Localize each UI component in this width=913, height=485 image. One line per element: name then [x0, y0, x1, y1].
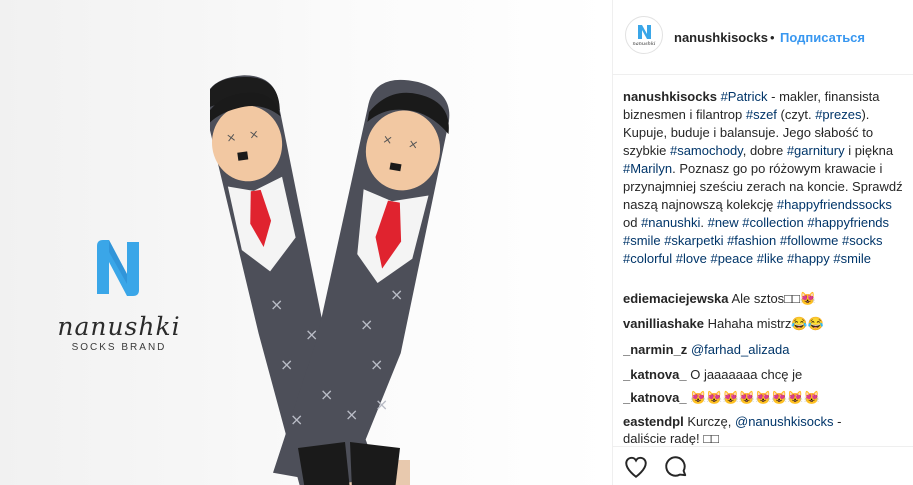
- svg-text:×: ×: [320, 385, 333, 404]
- hashtag-link[interactable]: #Patrick: [721, 89, 768, 104]
- comment-mention[interactable]: @farhad_alizada: [691, 342, 789, 357]
- comment-username[interactable]: _katnova_: [623, 390, 687, 405]
- hashtag-link[interactable]: #prezes: [815, 107, 861, 122]
- hashtag-link[interactable]: #Marilyn: [623, 161, 672, 176]
- hashtag-link[interactable]: #smile: [623, 233, 661, 248]
- hashtag-link[interactable]: #happy: [787, 251, 830, 266]
- comment-text: daliście radę! □□: [623, 431, 719, 445]
- post-actions: [613, 446, 913, 485]
- svg-text:×: ×: [280, 355, 293, 374]
- comment-text-end: -: [833, 414, 842, 429]
- socks-illustration: × × × × ××× ×× ××× ××: [210, 75, 450, 485]
- comment-text: Hahaha mistrz😂😂: [707, 316, 824, 331]
- comment-continuation: daliście radę! □□: [623, 430, 906, 445]
- hashtag-link[interactable]: #garnitury: [787, 143, 845, 158]
- hashtag-link[interactable]: #smile: [833, 251, 871, 266]
- comment-item: eastendpl Kurczę, @nanushkisocks -: [623, 413, 906, 431]
- caption-fragment: i piękna: [844, 143, 894, 158]
- svg-text:×: ×: [375, 395, 388, 414]
- svg-text:×: ×: [305, 325, 318, 344]
- comment-text: 😻😻😻😻😻😻😻😻: [690, 390, 820, 405]
- comment-text: O jaaaaaaa chcę je: [690, 367, 803, 382]
- hashtag-link[interactable]: #samochody: [670, 143, 743, 158]
- comment-icon[interactable]: [663, 454, 689, 480]
- hashtag-link[interactable]: #collection: [742, 215, 803, 230]
- caption-fragment: od: [623, 215, 642, 230]
- hashtag-link[interactable]: #nanushki: [641, 215, 700, 230]
- svg-text:×: ×: [390, 285, 403, 304]
- caption-fragment: , dobre: [742, 143, 787, 158]
- post-sidebar: nanushki nanushkisocks • Подписаться nan…: [612, 0, 913, 485]
- svg-text:×: ×: [360, 315, 373, 334]
- hashtag-link[interactable]: #happyfriends: [807, 215, 889, 230]
- hashtag-link[interactable]: #happyfriendssocks: [777, 197, 892, 212]
- comment-item: _katnova_ O jaaaaaaa chcę je: [623, 366, 906, 384]
- caption-username[interactable]: nanushkisocks: [623, 89, 717, 104]
- brand-name: nanushki: [57, 312, 181, 341]
- comment-text: Ale sztos□□😻: [731, 291, 817, 306]
- comment-item: vanilliashake Hahaha mistrz😂😂: [623, 315, 906, 333]
- hashtag-link[interactable]: #socks: [842, 233, 882, 248]
- caption-fragment: .: [700, 215, 708, 230]
- hashtag-link[interactable]: #szef: [746, 107, 777, 122]
- post-image[interactable]: nanushki SOCKS BRAND × × × × × × × × × ×…: [0, 0, 612, 485]
- comment-username[interactable]: ediemaciejewska: [623, 291, 729, 306]
- svg-text:×: ×: [370, 355, 383, 374]
- svg-text:×: ×: [290, 410, 303, 429]
- comment-text: Kurczę,: [687, 414, 735, 429]
- comment-username[interactable]: _katnova_: [623, 367, 687, 382]
- comments-area[interactable]: nanushkisocks #Patrick - makler, finansi…: [613, 0, 913, 445]
- hashtag-link[interactable]: #colorful: [623, 251, 672, 266]
- svg-text:×: ×: [225, 130, 237, 145]
- caption-fragment: (czyt.: [776, 107, 816, 122]
- hashtag-link[interactable]: #peace: [710, 251, 753, 266]
- svg-text:×: ×: [248, 127, 260, 142]
- heart-icon[interactable]: [623, 454, 649, 480]
- brand-subtitle: SOCKS BRAND: [71, 342, 167, 353]
- comment-mention[interactable]: @nanushkisocks: [735, 414, 833, 429]
- comment-username[interactable]: eastendpl: [623, 414, 684, 429]
- comment-item: _katnova_ 😻😻😻😻😻😻😻😻: [623, 389, 906, 407]
- hashtag-link[interactable]: #followme: [780, 233, 839, 248]
- comment-username[interactable]: vanilliashake: [623, 316, 704, 331]
- post-window: nanushki SOCKS BRAND × × × × × × × × × ×…: [0, 0, 913, 485]
- comment-username[interactable]: _narmin_z: [623, 342, 687, 357]
- svg-text:×: ×: [345, 405, 358, 424]
- hashtag-link[interactable]: #new: [708, 215, 739, 230]
- comment-item: _narmin_z @farhad_alizada: [623, 341, 906, 359]
- svg-text:×: ×: [270, 295, 283, 314]
- comment-item: ediemaciejewska Ale sztos□□😻: [623, 290, 906, 308]
- hashtag-link[interactable]: #like: [757, 251, 784, 266]
- post-caption: nanushkisocks #Patrick - makler, finansi…: [623, 88, 906, 268]
- hashtag-link[interactable]: #skarpetki: [664, 233, 723, 248]
- nanushki-logo-icon: [97, 240, 139, 296]
- caption-text: #Patrick - makler, finansista biznesmen …: [623, 89, 903, 266]
- hashtag-link[interactable]: #love: [676, 251, 707, 266]
- hashtag-link[interactable]: #fashion: [727, 233, 776, 248]
